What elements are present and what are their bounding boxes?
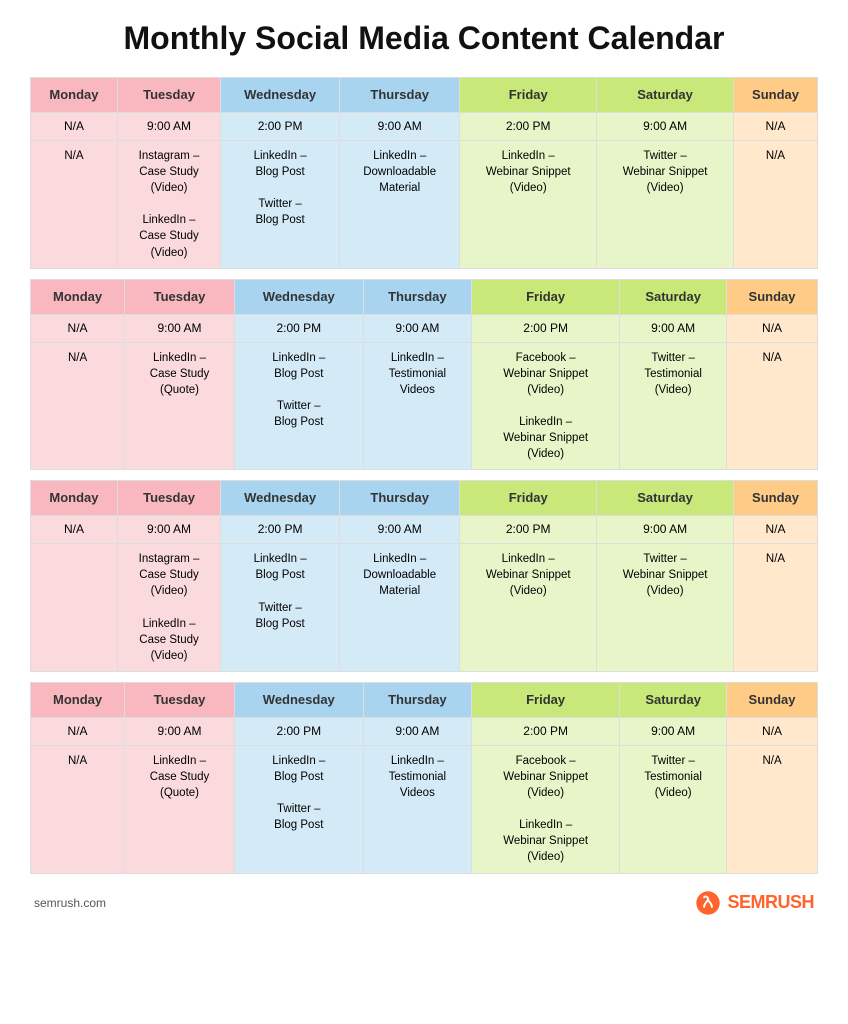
header-tuesday-week4: Tuesday bbox=[125, 682, 235, 717]
time-friday-week1: 2:00 PM bbox=[460, 113, 597, 141]
time-tuesday-week4: 9:00 AM bbox=[125, 718, 235, 746]
header-saturday-week2: Saturday bbox=[620, 279, 727, 314]
time-friday-week4: 2:00 PM bbox=[472, 718, 620, 746]
header-monday-week4: Monday bbox=[31, 682, 125, 717]
header-friday-week1: Friday bbox=[460, 78, 597, 113]
time-monday-week3: N/A bbox=[31, 516, 118, 544]
time-tuesday-week2: 9:00 AM bbox=[125, 314, 235, 342]
content-tuesday-week1: Instagram –Case Study(Video)LinkedIn –Ca… bbox=[117, 140, 220, 268]
header-monday-week3: Monday bbox=[31, 481, 118, 516]
time-thursday-week2: 9:00 AM bbox=[363, 314, 471, 342]
time-wednesday-week4: 2:00 PM bbox=[234, 718, 363, 746]
header-thursday-week2: Thursday bbox=[363, 279, 471, 314]
content-thursday-week3: LinkedIn –DownloadableMaterial bbox=[340, 544, 460, 672]
footer-brand: SEMRUSH bbox=[695, 890, 814, 916]
content-monday-week4: N/A bbox=[31, 745, 125, 873]
time-saturday-week1: 9:00 AM bbox=[597, 113, 734, 141]
time-thursday-week1: 9:00 AM bbox=[340, 113, 460, 141]
header-wednesday-week2: Wednesday bbox=[234, 279, 363, 314]
header-friday-week2: Friday bbox=[472, 279, 620, 314]
content-friday-week1: LinkedIn –Webinar Snippet(Video) bbox=[460, 140, 597, 268]
content-monday-week3 bbox=[31, 544, 118, 672]
content-saturday-week1: Twitter –Webinar Snippet(Video) bbox=[597, 140, 734, 268]
content-sunday-week4: N/A bbox=[727, 745, 818, 873]
header-tuesday-week3: Tuesday bbox=[117, 481, 220, 516]
content-wednesday-week3: LinkedIn –Blog PostTwitter –Blog Post bbox=[221, 544, 340, 672]
page-title: Monthly Social Media Content Calendar bbox=[30, 20, 818, 57]
week-block-4: MondayTuesdayWednesdayThursdayFridaySatu… bbox=[30, 682, 818, 874]
calendar-container: MondayTuesdayWednesdayThursdayFridaySatu… bbox=[30, 77, 818, 874]
header-sunday-week2: Sunday bbox=[727, 279, 818, 314]
content-thursday-week2: LinkedIn –TestimonialVideos bbox=[363, 342, 471, 470]
time-thursday-week3: 9:00 AM bbox=[340, 516, 460, 544]
content-tuesday-week3: Instagram –Case Study(Video)LinkedIn –Ca… bbox=[117, 544, 220, 672]
content-sunday-week3: N/A bbox=[734, 544, 818, 672]
content-sunday-week2: N/A bbox=[727, 342, 818, 470]
footer-site: semrush.com bbox=[34, 896, 106, 910]
time-tuesday-week1: 9:00 AM bbox=[117, 113, 220, 141]
footer: semrush.com SEMRUSH bbox=[30, 890, 818, 916]
header-friday-week3: Friday bbox=[460, 481, 597, 516]
header-friday-week4: Friday bbox=[472, 682, 620, 717]
content-monday-week2: N/A bbox=[31, 342, 125, 470]
time-friday-week3: 2:00 PM bbox=[460, 516, 597, 544]
header-sunday-week3: Sunday bbox=[734, 481, 818, 516]
content-friday-week4: Facebook –Webinar Snippet(Video)LinkedIn… bbox=[472, 745, 620, 873]
time-sunday-week4: N/A bbox=[727, 718, 818, 746]
header-monday-week2: Monday bbox=[31, 279, 125, 314]
week-block-3: MondayTuesdayWednesdayThursdayFridaySatu… bbox=[30, 480, 818, 672]
time-monday-week1: N/A bbox=[31, 113, 118, 141]
content-thursday-week4: LinkedIn –TestimonialVideos bbox=[363, 745, 471, 873]
content-wednesday-week2: LinkedIn –Blog PostTwitter –Blog Post bbox=[234, 342, 363, 470]
header-wednesday-week4: Wednesday bbox=[234, 682, 363, 717]
content-saturday-week4: Twitter –Testimonial(Video) bbox=[620, 745, 727, 873]
content-sunday-week1: N/A bbox=[734, 140, 818, 268]
header-thursday-week3: Thursday bbox=[340, 481, 460, 516]
time-saturday-week3: 9:00 AM bbox=[597, 516, 734, 544]
header-thursday-week1: Thursday bbox=[340, 78, 460, 113]
content-saturday-week2: Twitter –Testimonial(Video) bbox=[620, 342, 727, 470]
header-saturday-week1: Saturday bbox=[597, 78, 734, 113]
header-thursday-week4: Thursday bbox=[363, 682, 471, 717]
time-monday-week4: N/A bbox=[31, 718, 125, 746]
time-saturday-week2: 9:00 AM bbox=[620, 314, 727, 342]
time-wednesday-week1: 2:00 PM bbox=[221, 113, 340, 141]
content-wednesday-week4: LinkedIn –Blog PostTwitter –Blog Post bbox=[234, 745, 363, 873]
time-sunday-week1: N/A bbox=[734, 113, 818, 141]
header-saturday-week4: Saturday bbox=[620, 682, 727, 717]
header-monday-week1: Monday bbox=[31, 78, 118, 113]
time-thursday-week4: 9:00 AM bbox=[363, 718, 471, 746]
header-saturday-week3: Saturday bbox=[597, 481, 734, 516]
content-tuesday-week4: LinkedIn –Case Study(Quote) bbox=[125, 745, 235, 873]
header-wednesday-week3: Wednesday bbox=[221, 481, 340, 516]
content-tuesday-week2: LinkedIn –Case Study(Quote) bbox=[125, 342, 235, 470]
semrush-icon bbox=[695, 890, 721, 916]
header-tuesday-week1: Tuesday bbox=[117, 78, 220, 113]
content-thursday-week1: LinkedIn –DownloadableMaterial bbox=[340, 140, 460, 268]
brand-name: SEMRUSH bbox=[727, 892, 814, 913]
content-wednesday-week1: LinkedIn –Blog PostTwitter –Blog Post bbox=[221, 140, 340, 268]
week-block-1: MondayTuesdayWednesdayThursdayFridaySatu… bbox=[30, 77, 818, 269]
time-wednesday-week3: 2:00 PM bbox=[221, 516, 340, 544]
time-friday-week2: 2:00 PM bbox=[472, 314, 620, 342]
header-sunday-week4: Sunday bbox=[727, 682, 818, 717]
time-monday-week2: N/A bbox=[31, 314, 125, 342]
header-sunday-week1: Sunday bbox=[734, 78, 818, 113]
header-tuesday-week2: Tuesday bbox=[125, 279, 235, 314]
content-friday-week2: Facebook –Webinar Snippet(Video)LinkedIn… bbox=[472, 342, 620, 470]
time-sunday-week2: N/A bbox=[727, 314, 818, 342]
content-saturday-week3: Twitter –Webinar Snippet(Video) bbox=[597, 544, 734, 672]
time-sunday-week3: N/A bbox=[734, 516, 818, 544]
time-saturday-week4: 9:00 AM bbox=[620, 718, 727, 746]
week-block-2: MondayTuesdayWednesdayThursdayFridaySatu… bbox=[30, 279, 818, 471]
time-tuesday-week3: 9:00 AM bbox=[117, 516, 220, 544]
content-friday-week3: LinkedIn –Webinar Snippet(Video) bbox=[460, 544, 597, 672]
content-monday-week1: N/A bbox=[31, 140, 118, 268]
header-wednesday-week1: Wednesday bbox=[221, 78, 340, 113]
time-wednesday-week2: 2:00 PM bbox=[234, 314, 363, 342]
